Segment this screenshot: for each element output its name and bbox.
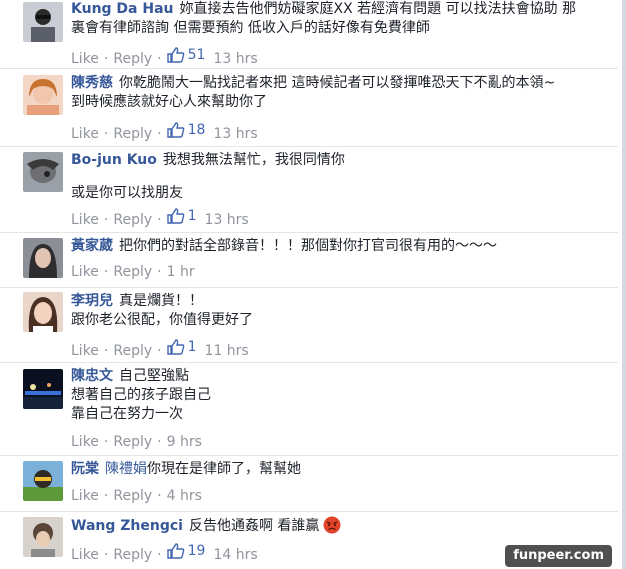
divider [0,146,618,147]
comment-time[interactable]: 11 hrs [205,343,249,359]
like-link[interactable]: Like [71,212,99,228]
comment-author[interactable]: 陳秀慈 [71,75,113,91]
comment-actions: Like · Reply · 51 13 hrs [71,46,258,67]
comment: 陳忠文 自己堅強點 想著自己的孩子跟自己 靠自己在努力一次 Like · Reply ·… [0,362,618,455]
comment-actions: Like · Reply · 18 13 hrs [71,121,258,142]
reply-link[interactable]: Reply [113,51,152,67]
comment-actions: Like · Reply · 1 11 hrs [71,338,249,359]
avatar[interactable] [23,292,63,332]
comment-author[interactable]: 阮棠 [71,461,99,477]
avatar[interactable] [23,517,63,557]
comment-text-line: Kung Da Hau 妳直接去告他們妨礙家庭XX 若經濟有問題 可以找法扶會協助… [71,1,577,17]
thumbs-up-icon [166,47,184,63]
watermark: funpeer.com [505,545,612,567]
comment-text-line [71,170,610,180]
comment-text-line: 阮棠 陳禮娟你現在是律師了，幫幫她 [71,461,301,477]
comment-time[interactable]: 1 hr [167,264,195,280]
like-link[interactable]: Like [71,547,99,563]
like-link[interactable]: Like [71,343,99,359]
angry-face-emoji [323,516,341,534]
comment: 李玥兒 真是爛貨！！ 跟你老公很配，你值得更好了 Like · Reply · 1 11 h… [0,287,618,362]
comment-text-line: 陳忠文 自己堅強點 [71,368,189,384]
comment-actions: Like · Reply · 1 13 hrs [71,207,249,228]
like-link[interactable]: Like [71,264,99,280]
divider [0,287,618,288]
comment-time[interactable]: 13 hrs [213,126,257,142]
comment: Bo-jun Kuo 我想我無法幫忙，我很同情你 或是你可以找朋友 Like · Re… [0,146,618,232]
comment-text-line: 靠自己在努力一次 [71,406,183,422]
avatar[interactable] [23,2,63,42]
reply-link[interactable]: Reply [113,434,152,450]
divider [0,455,618,456]
reply-link[interactable]: Reply [113,212,152,228]
thumbs-up-icon [166,122,184,138]
divider [0,362,618,363]
comment-actions: Like · Reply · 1 hr [71,264,195,280]
comment-author[interactable]: Bo-jun Kuo [71,152,157,168]
divider [0,511,618,512]
comment-actions: Like · Reply · 4 hrs [71,488,202,504]
right-border [622,0,626,569]
thumbs-up-icon [166,339,184,355]
like-count[interactable]: 18 [166,121,205,139]
comment-time[interactable]: 4 hrs [167,488,202,504]
avatar[interactable] [23,152,63,192]
comment-time[interactable]: 9 hrs [167,434,202,450]
comment-text-line: 陳秀慈 你乾脆鬧大一點找記者來把 這時候記者可以發揮唯恐天下不亂的本領~ [71,75,556,91]
reply-link[interactable]: Reply [113,126,152,142]
comment-text-line: 跟你老公很配，你值得更好了 [71,312,253,328]
comment-actions: Like · Reply · 19 14 hrs [71,542,258,563]
divider [0,232,618,233]
comment-author[interactable]: 陳忠文 [71,368,113,384]
reply-link[interactable]: Reply [113,343,152,359]
comment-time[interactable]: 13 hrs [213,51,257,67]
comment-text-line: Bo-jun Kuo 我想我無法幫忙，我很同情你 [71,152,345,168]
like-link[interactable]: Like [71,51,99,67]
like-link[interactable]: Like [71,126,99,142]
comment-text-line: 裏會有律師諮詢 但需要預約 低收入戶的話好像有免費律師 [71,20,430,36]
divider [0,68,618,69]
like-link[interactable]: Like [71,488,99,504]
avatar[interactable] [23,238,63,278]
comment-time[interactable]: 13 hrs [205,212,249,228]
reply-link[interactable]: Reply [113,264,152,280]
mention-link[interactable]: 陳禮娟 [105,461,147,477]
like-count[interactable]: 1 [166,338,197,356]
comment: 黃家葳 把你們的對話全部錄音！！！那個對你打官司很有用的～～～ Like · Repl… [0,232,618,287]
comment-author[interactable]: 李玥兒 [71,293,113,309]
comment-time[interactable]: 14 hrs [213,547,257,563]
reply-link[interactable]: Reply [113,547,152,563]
avatar[interactable] [23,75,63,115]
comment: Kung Da Hau 妳直接去告他們妨礙家庭XX 若經濟有問題 可以找法扶會協助… [0,0,618,68]
thumbs-up-icon [166,208,184,224]
comment-text-line: Wang Zhengci 反告他通姦啊 看誰贏 [71,516,610,536]
like-count[interactable]: 19 [166,542,205,560]
comment-author[interactable]: Wang Zhengci [71,518,183,534]
comment: 陳秀慈 你乾脆鬧大一點找記者來把 這時候記者可以發揮唯恐天下不亂的本領~ 到時候應… [0,68,618,146]
comment-text-line: 黃家葳 把你們的對話全部錄音！！！那個對你打官司很有用的～～～ [71,238,497,254]
reply-link[interactable]: Reply [113,488,152,504]
comment-text-line: 李玥兒 真是爛貨！！ [71,293,203,309]
like-count[interactable]: 51 [166,46,205,64]
like-count[interactable]: 1 [166,207,197,225]
comment-text-line: 或是你可以找朋友 [71,185,183,201]
comment-author[interactable]: 黃家葳 [71,238,113,254]
comment-actions: Like · Reply · 9 hrs [71,434,202,450]
comment-text-line: 想著自己的孩子跟自己 [71,387,211,403]
avatar[interactable] [23,369,63,409]
comment: 阮棠 陳禮娟你現在是律師了，幫幫她 Like · Reply · 4 hrs [0,455,618,511]
like-link[interactable]: Like [71,434,99,450]
comment-text-line: 到時候應該就好心人來幫助你了 [71,94,267,110]
comment-author[interactable]: Kung Da Hau [71,1,174,17]
thumbs-up-icon [166,543,184,559]
avatar[interactable] [23,461,63,501]
